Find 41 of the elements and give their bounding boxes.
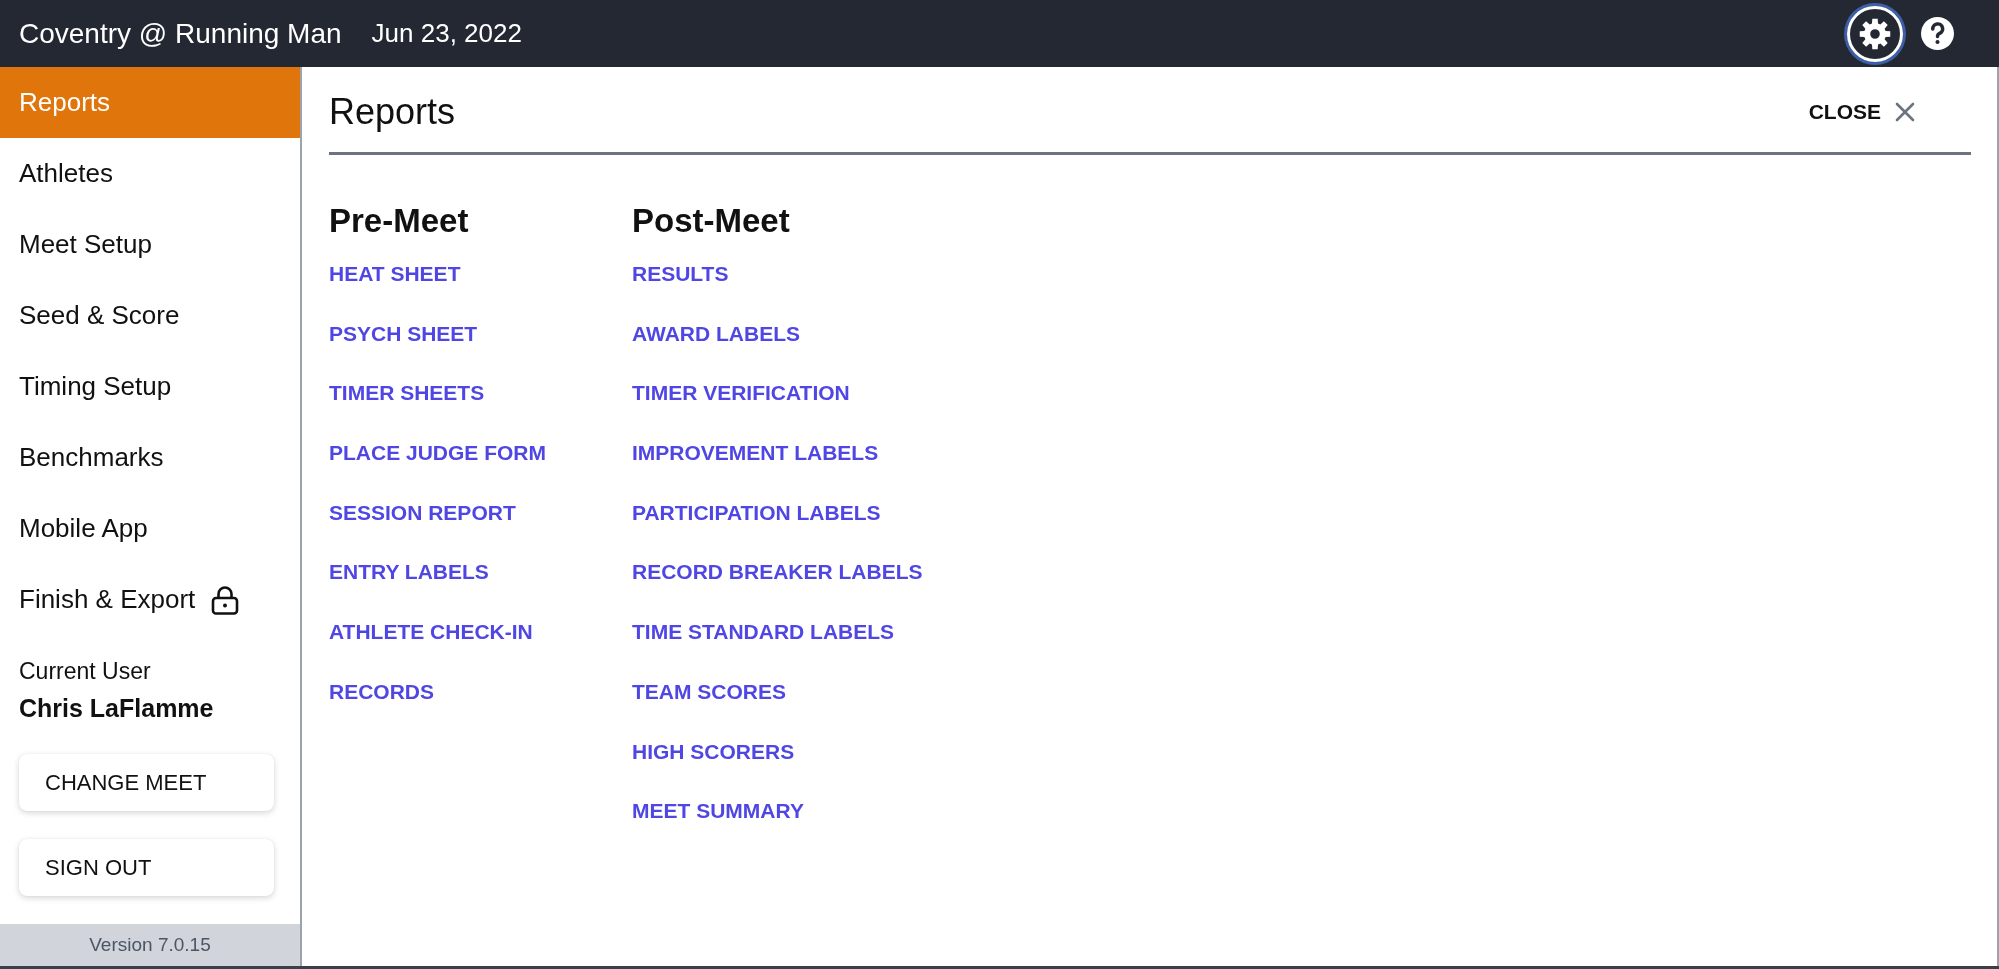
nav-item[interactable]: Mobile App [0,493,300,564]
user-name: Chris LaFlamme [19,693,214,723]
report-link[interactable]: TIME STANDARD LABELS [632,620,895,645]
app-title: Coventry @ Running Man [19,17,342,50]
settings-button[interactable] [1847,5,1903,62]
report-link[interactable]: TIMER VERIFICATION [632,381,850,406]
help-icon [1921,17,1954,50]
meet-date: Jun 23, 2022 [371,18,522,49]
nav-item[interactable]: Meet Setup [0,209,300,280]
nav-item[interactable]: Finish & Export [0,564,300,635]
section-heading: Post-Meet [632,201,790,241]
report-link[interactable]: PLACE JUDGE FORM [329,441,546,466]
close-icon [1895,102,1915,122]
nav-item[interactable]: Benchmarks [0,422,300,493]
version-bar: Version 7.0.15 [0,924,300,966]
close-button[interactable]: CLOSE [1808,100,1915,124]
report-link[interactable]: RESULTS [632,262,729,286]
report-link[interactable]: SESSION REPORT [329,500,516,525]
report-link[interactable]: RECORD BREAKER LABELS [632,560,923,585]
report-link[interactable]: HEAT SHEET [329,262,461,286]
report-link[interactable]: ATHLETE CHECK-IN [329,620,533,645]
report-link[interactable]: IMPROVEMENT LABELS [632,441,879,466]
action-button[interactable]: CHANGE MEET [19,754,274,811]
user-caption: Current User [19,657,151,685]
report-link[interactable]: PSYCH SHEET [329,321,478,346]
nav-item[interactable]: Seed & Score [0,280,300,351]
report-link[interactable]: TEAM SCORES [632,679,786,704]
report-link[interactable]: RECORDS [329,679,434,704]
action-button[interactable]: SIGN OUT [19,839,274,896]
help-button[interactable] [1921,17,1954,50]
panel-title: Reports [329,91,456,133]
report-link[interactable]: MEET SUMMARY [632,799,804,824]
nav-item[interactable]: Athletes [0,138,300,209]
report-link[interactable]: HIGH SCORERS [632,739,795,764]
report-link[interactable]: AWARD LABELS [632,321,800,346]
section-heading: Pre-Meet [329,201,469,241]
settings-icon [1859,17,1891,50]
report-link[interactable]: PARTICIPATION LABELS [632,500,881,525]
report-link[interactable]: TIMER SHEETS [329,381,485,406]
nav-item[interactable]: Timing Setup [0,351,300,422]
report-link[interactable]: ENTRY LABELS [329,560,489,585]
